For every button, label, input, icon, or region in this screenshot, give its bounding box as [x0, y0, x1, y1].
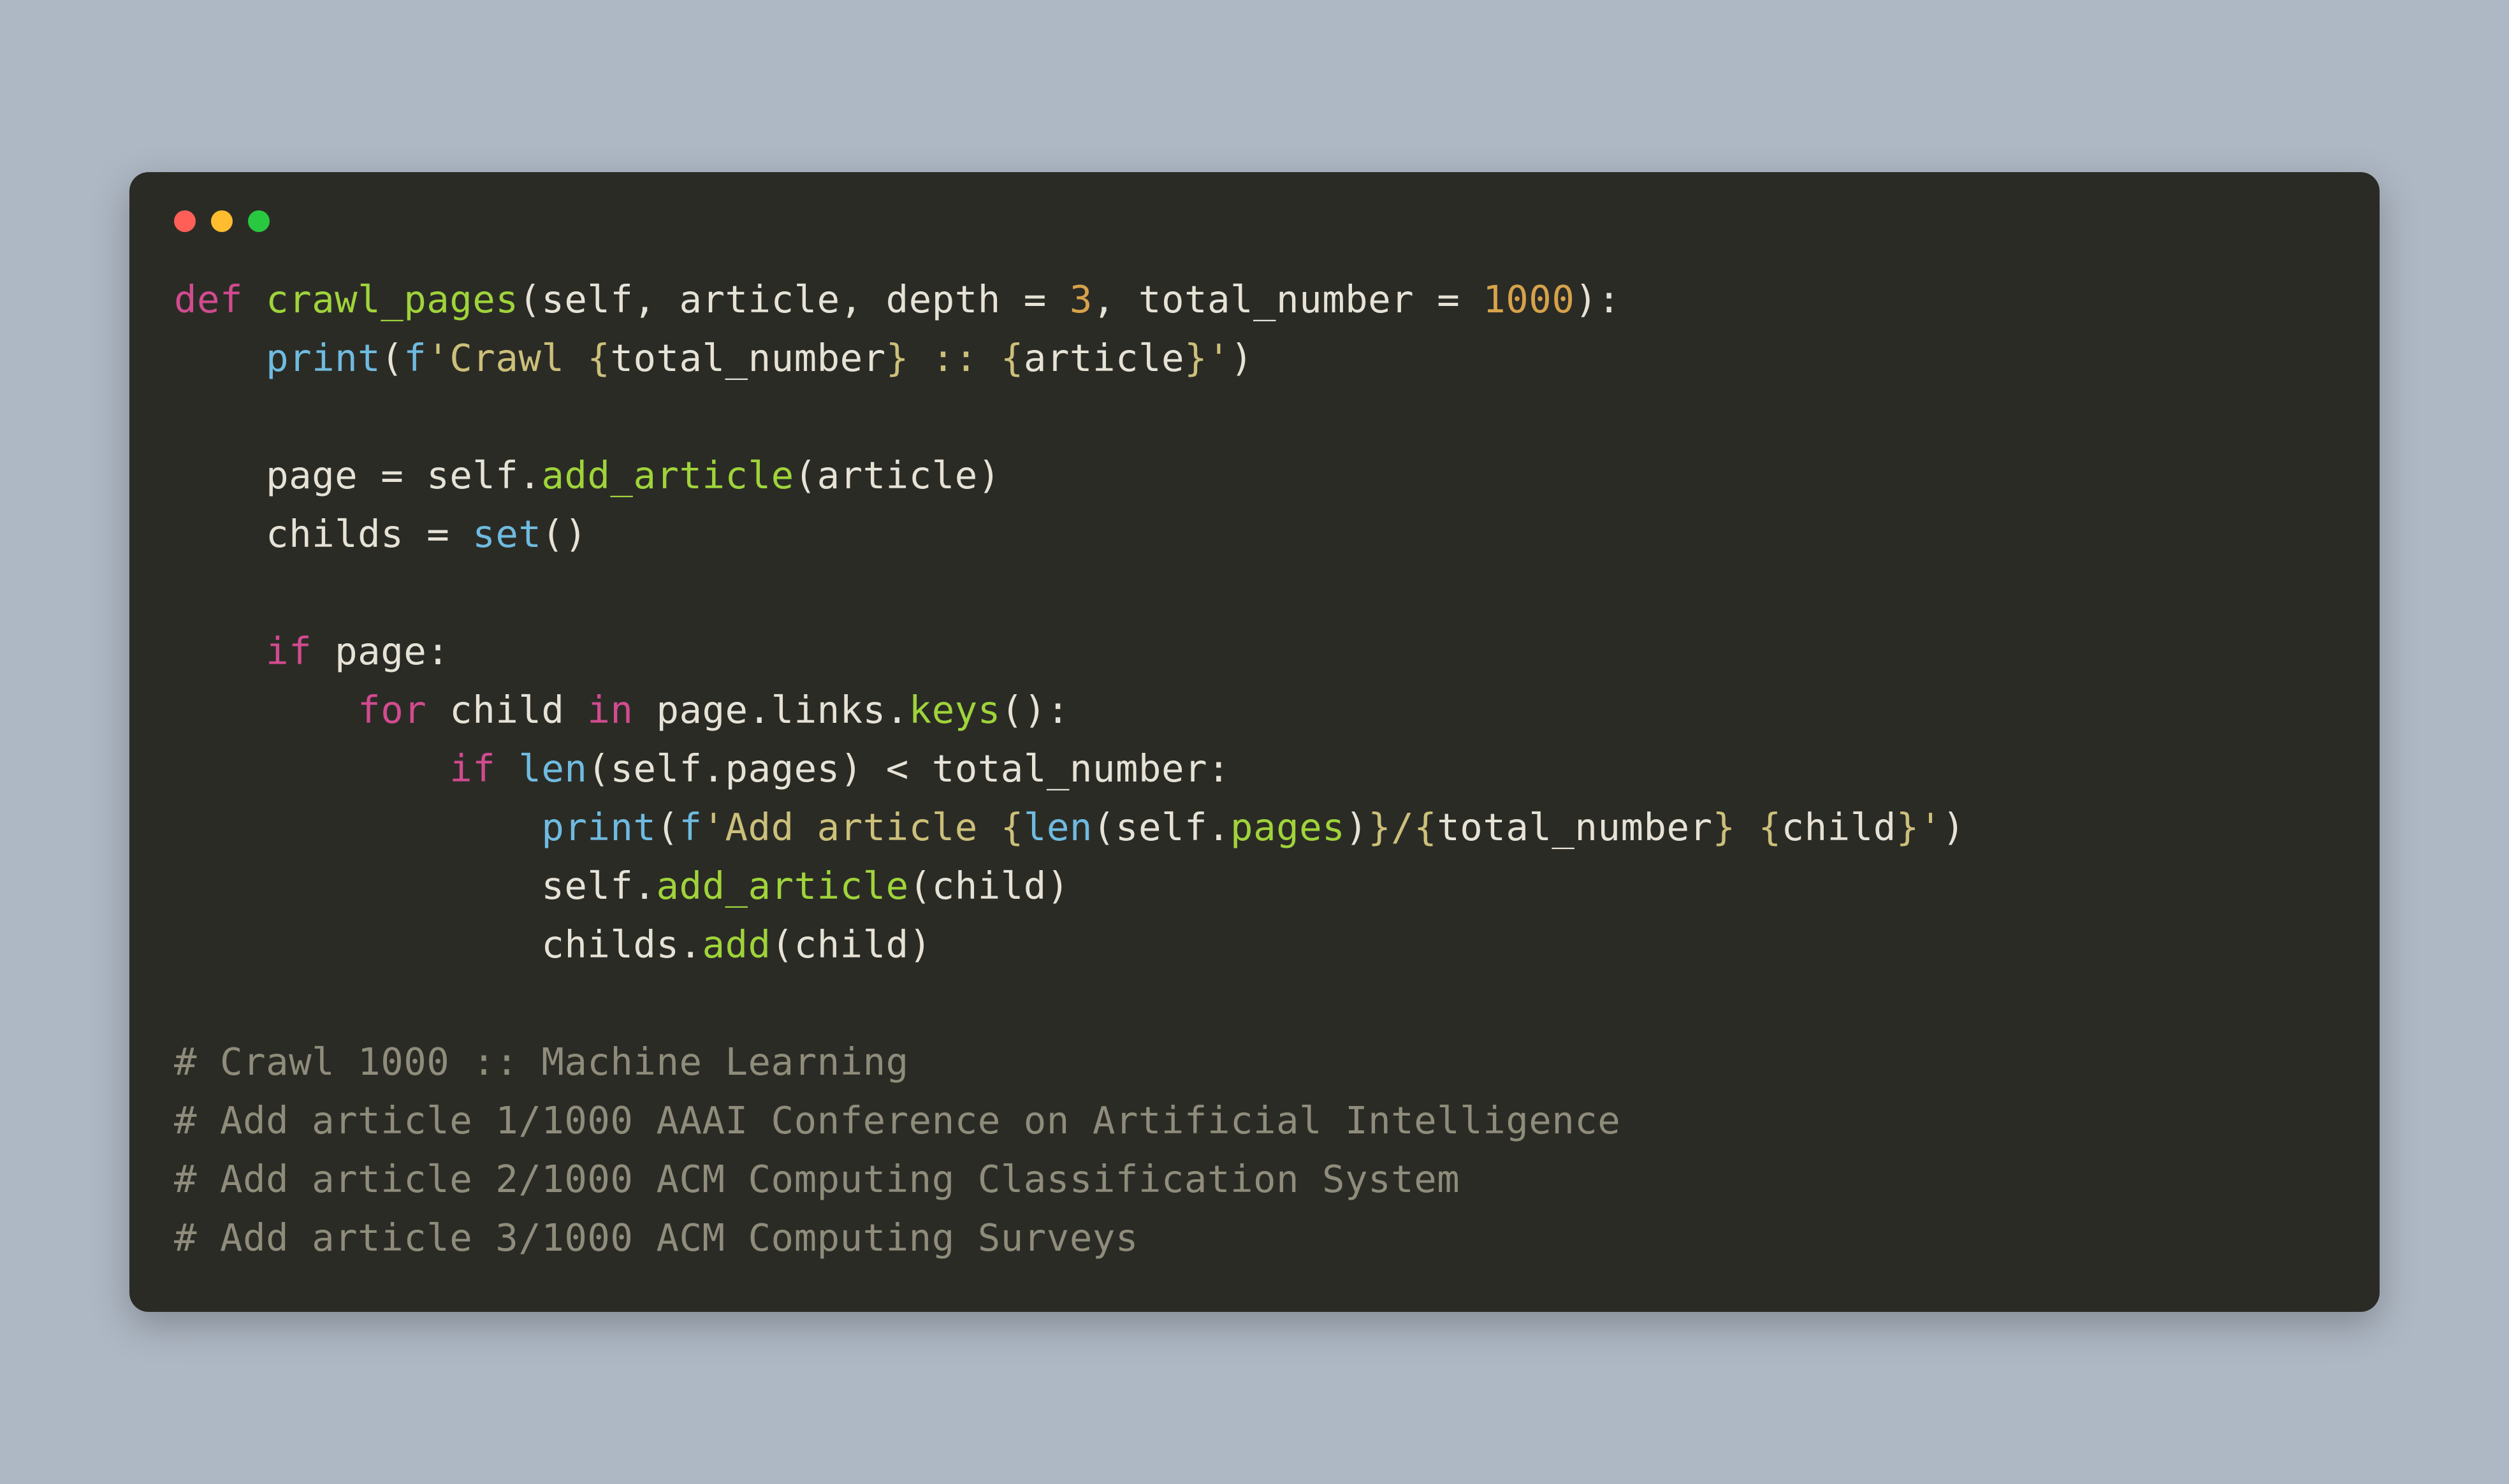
keyword-if: if [266, 629, 312, 673]
string-literal: :: [909, 336, 1001, 380]
builtin-set: set [472, 512, 541, 556]
iter-expr: page.links. [633, 688, 908, 732]
paren: ) [1230, 336, 1253, 380]
brace: } [1184, 336, 1207, 380]
keyword-def: def [174, 277, 243, 321]
condition: page: [312, 629, 449, 673]
close-icon[interactable] [174, 210, 196, 232]
string-literal: ' [1207, 336, 1230, 380]
interp-var: article [1024, 336, 1184, 380]
attr-pages: pages [1230, 805, 1345, 849]
builtin-print: print [266, 336, 381, 380]
len-arg: ) [1345, 805, 1368, 849]
loop-var: child [426, 688, 587, 732]
assignment: childs = [266, 512, 472, 556]
indent [174, 453, 266, 497]
brace: { [587, 336, 610, 380]
brace: { [1414, 805, 1437, 849]
output-comment: # Add article 2/1000 ACM Computing Class… [174, 1157, 1460, 1201]
number-literal: 3 [1070, 277, 1093, 321]
f-prefix: f [679, 805, 702, 849]
args: (): [1001, 688, 1070, 732]
string-literal: 'Add article [702, 805, 1001, 849]
function-name: crawl_pages [266, 277, 518, 321]
window-titlebar [174, 210, 2335, 232]
builtin-len: len [1024, 805, 1093, 849]
interp-var: total_number [610, 336, 885, 380]
args: (child) [909, 864, 1070, 908]
method-call: add_article [656, 864, 908, 908]
builtin-print: print [541, 805, 656, 849]
indent [174, 688, 358, 732]
indent [174, 922, 541, 966]
args: () [541, 512, 587, 556]
method-call: add_article [541, 453, 794, 497]
keyword-if: if [449, 746, 495, 790]
string-literal: ' [1919, 805, 1942, 849]
object-ref: childs. [541, 922, 702, 966]
brace: { [1759, 805, 1782, 849]
indent [174, 746, 449, 790]
brace: { [1001, 336, 1024, 380]
output-comment: # Add article 1/1000 AAAI Conference on … [174, 1098, 1620, 1142]
args: (child) [771, 922, 932, 966]
space [495, 746, 518, 790]
string-literal [1736, 805, 1759, 849]
args: (article) [794, 453, 1001, 497]
assignment: page = self. [266, 453, 541, 497]
object-ref: self. [541, 864, 656, 908]
keyword-in: in [587, 688, 633, 732]
minimize-icon[interactable] [211, 210, 233, 232]
string-literal: 'Crawl [426, 336, 587, 380]
paren: ) [1942, 805, 1965, 849]
brace: } [886, 336, 909, 380]
condition: (self.pages) < total_number: [587, 746, 1230, 790]
paren: ( [656, 805, 679, 849]
indent [174, 629, 266, 673]
params: ): [1574, 277, 1620, 321]
paren: ( [381, 336, 404, 380]
output-comment: # Crawl 1000 :: Machine Learning [174, 1040, 909, 1084]
code-block: def crawl_pages(self, article, depth = 3… [174, 270, 2335, 1268]
params: (self, article, depth = [518, 277, 1070, 321]
brace: { [1001, 805, 1024, 849]
brace: } [1896, 805, 1919, 849]
method-call: add [702, 922, 771, 966]
indent [174, 336, 266, 380]
output-comment: # Add article 3/1000 ACM Computing Surve… [174, 1216, 1138, 1260]
string-literal: / [1391, 805, 1414, 849]
keyword-for: for [358, 688, 426, 732]
interp-var: total_number [1437, 805, 1712, 849]
zoom-icon[interactable] [248, 210, 270, 232]
params: , total_number = [1093, 277, 1483, 321]
method-keys: keys [909, 688, 1001, 732]
f-prefix: f [404, 336, 426, 380]
indent [174, 805, 541, 849]
interp-var: child [1782, 805, 1896, 849]
indent [174, 864, 541, 908]
brace: } [1713, 805, 1736, 849]
len-arg: (self. [1093, 805, 1230, 849]
code-window: def crawl_pages(self, article, depth = 3… [129, 172, 2380, 1313]
indent [174, 512, 266, 556]
brace: } [1368, 805, 1391, 849]
number-literal: 1000 [1483, 277, 1574, 321]
builtin-len: len [518, 746, 587, 790]
